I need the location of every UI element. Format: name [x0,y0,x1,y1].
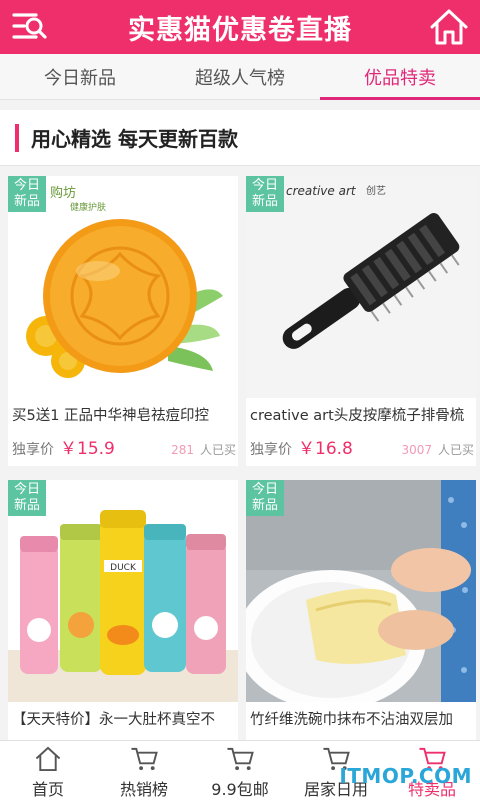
nav-label: 9.9包邮 [211,780,269,799]
menu-icon [12,13,47,39]
price-label: 独享价 [12,442,54,458]
home-button[interactable] [428,7,470,47]
product-name[interactable]: creative art头皮按摩梳子排骨梳 [250,404,476,425]
nav-home[interactable]: 首页 [0,741,96,800]
app-root: 实惠猫优惠卷直播 今日新品 超级人气榜 优品特卖 用心精选 每天更新百款 今日新… [0,0,480,800]
nav-9-9[interactable]: 9.9包邮 [192,741,288,800]
cart-icon [227,747,254,771]
cart-icon [131,747,158,771]
tab-special-sale[interactable]: 优品特卖 [320,54,480,100]
price-row: 独享价 ￥16.8 3007 人已买 [250,434,474,459]
product-name[interactable]: 买5送1 正品中华神皂祛痘印控 [12,404,238,425]
tab-today-new[interactable]: 今日新品 [0,54,160,99]
nav-hot[interactable]: 热销榜 [96,741,192,800]
product-card[interactable]: 今日 新品 creative art 创艺 creative art头皮按摩梳子… [246,176,476,466]
section-title: 用心精选 每天更新百款 [31,127,238,151]
product-card[interactable]: 今日 新品 竹纤维洗碗巾抹布不沾油双层加 [246,480,476,740]
home-icon [35,746,61,772]
price-value: ￥16.8 [298,439,353,459]
menu-button[interactable] [10,9,50,45]
new-badge: 今日 新品 [246,480,284,516]
app-header: 实惠猫优惠卷直播 [0,0,480,54]
sold-count: 3007 人已买 [401,443,474,457]
section-header: 用心精选 每天更新百款 [0,110,480,166]
sold-count: 281 人已买 [171,443,236,457]
price-value: ￥15.9 [60,439,115,459]
product-card[interactable]: 今日 新品 购坊 健康护肤 买5送1 正品中华神皂祛痘印控 独享价 ￥15.9 … [8,176,238,466]
svg-text:DUCK: DUCK [110,563,137,573]
home-icon [430,9,468,45]
price-row: 独享价 ￥15.9 281 人已买 [12,434,236,459]
nav-label: 热销榜 [119,780,168,799]
price-label: 独享价 [250,442,292,458]
new-badge: 今日 新品 [8,480,46,516]
product-name[interactable]: 【天天特价】永一大肚杯真空不 [12,708,238,729]
product-image: 今日 新品 购坊 健康护肤 [8,176,238,398]
new-badge: 今日 新品 [246,176,284,212]
product-image: 今日 新品 [246,480,476,702]
product-card[interactable]: 今日 新品 DUCK 【天天特价】永一大肚杯真空不 [8,480,238,740]
product-name[interactable]: 竹纤维洗碗巾抹布不沾油双层加 [250,708,476,729]
product-image: 今日 新品 creative art 创艺 [246,176,476,398]
tab-popular[interactable]: 超级人气榜 [160,54,320,99]
section-accent-bar [15,123,19,152]
page-title: 实惠猫优惠卷直播 [128,14,352,46]
new-badge: 今日 新品 [8,176,46,212]
nav-label: 首页 [31,780,64,799]
product-image: 今日 新品 DUCK [8,480,238,702]
category-tabs: 今日新品 超级人气榜 优品特卖 [0,54,480,100]
watermark: ITMOP.COM [339,764,472,788]
